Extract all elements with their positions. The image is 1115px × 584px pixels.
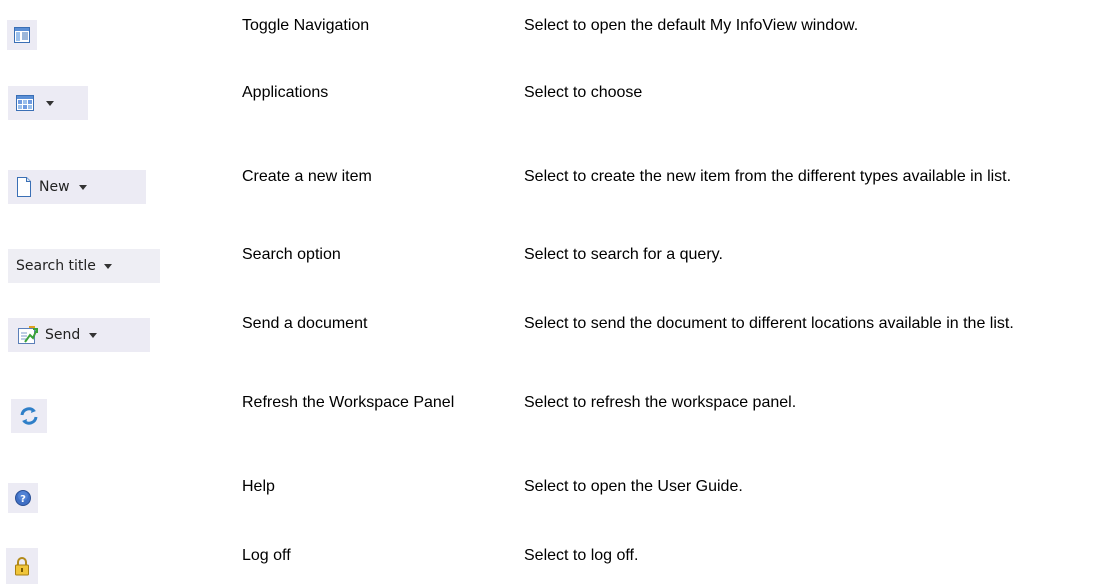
send-button[interactable]: Send (8, 318, 150, 352)
new-button[interactable]: New (8, 170, 146, 204)
refresh-icon (20, 407, 38, 425)
row-name: Refresh the Workspace Panel (242, 394, 455, 411)
send-document-icon (18, 326, 38, 344)
search-title-button[interactable]: Search title (8, 249, 160, 283)
search-title-label: Search title (16, 258, 96, 274)
toggle-navigation-icon (14, 27, 30, 43)
chevron-down-icon (103, 263, 112, 269)
row-description: Select to open the User Guide. (524, 478, 743, 495)
applications-icon (16, 95, 34, 111)
row-description: Select to open the default My InfoView w… (524, 17, 859, 34)
new-button-label: New (39, 179, 70, 195)
toggle-navigation-button[interactable] (7, 20, 37, 50)
applications-button[interactable] (8, 86, 88, 120)
help-icon: ? (15, 490, 31, 506)
new-document-icon (17, 177, 31, 197)
chevron-down-icon (78, 184, 87, 190)
row-name: Search option (242, 246, 341, 263)
row-name: Log off (242, 547, 291, 564)
refresh-button[interactable] (11, 399, 47, 433)
row-description: Select to refresh the workspace panel. (524, 394, 797, 411)
row-name: Help (242, 478, 275, 495)
row-description: Select to send the document to different… (524, 315, 1014, 332)
row-name: Toggle Navigation (242, 17, 370, 34)
row-description: Select to search for a query. (524, 246, 723, 263)
row-description: Select to log off. (524, 547, 639, 564)
row-description: Select to choose (524, 84, 643, 101)
log-off-button[interactable] (6, 548, 38, 584)
row-name: Create a new item (242, 168, 372, 185)
lock-icon (15, 557, 29, 576)
help-button[interactable]: ? (8, 483, 38, 513)
row-name: Send a document (242, 315, 368, 332)
row-description: Select to create the new item from the d… (524, 168, 1012, 185)
svg-text:?: ? (20, 494, 26, 505)
row-name: Applications (242, 84, 329, 101)
chevron-down-icon (46, 100, 54, 106)
chevron-down-icon (89, 332, 98, 338)
send-button-label: Send (45, 327, 81, 343)
